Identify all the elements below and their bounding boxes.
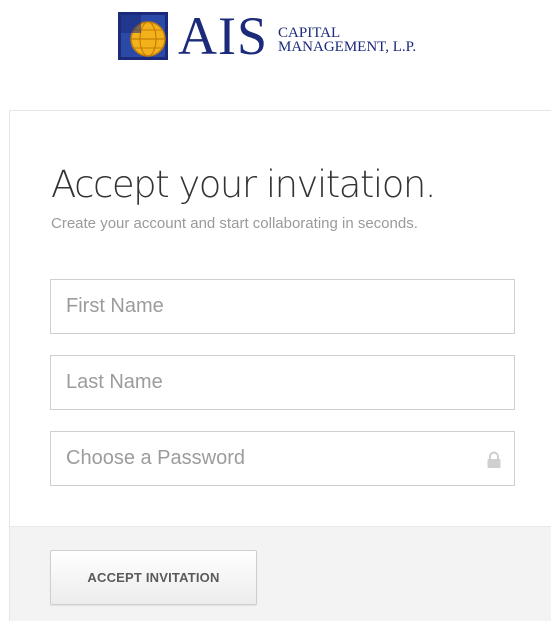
logo-wordmark: AIS (178, 6, 269, 66)
company-logo: AIS CAPITAL MANAGEMENT, L.P. (118, 6, 417, 66)
logo-line-capital: CAPITAL (278, 25, 341, 41)
logo-line-management: MANAGEMENT, L.P. (278, 39, 417, 55)
first-name-field (50, 279, 515, 334)
password-field (50, 431, 515, 486)
first-name-input[interactable] (51, 280, 514, 333)
invitation-card: Accept your invitation. Create your acco… (9, 110, 551, 621)
page-subtitle: Create your account and start collaborat… (51, 215, 418, 232)
page-title: Accept your invitation. (51, 163, 437, 206)
last-name-input[interactable] (51, 356, 514, 409)
logo-subtitle: CAPITAL MANAGEMENT, L.P. (278, 18, 417, 55)
accept-invitation-button[interactable]: ACCEPT INVITATION (50, 550, 257, 605)
invitation-page: AIS CAPITAL MANAGEMENT, L.P. Accept your… (0, 0, 551, 621)
globe-emblem-icon (118, 12, 168, 60)
lock-icon (486, 451, 502, 469)
last-name-field (50, 355, 515, 410)
form-footer: ACCEPT INVITATION (10, 526, 551, 621)
password-input[interactable] (51, 432, 514, 485)
